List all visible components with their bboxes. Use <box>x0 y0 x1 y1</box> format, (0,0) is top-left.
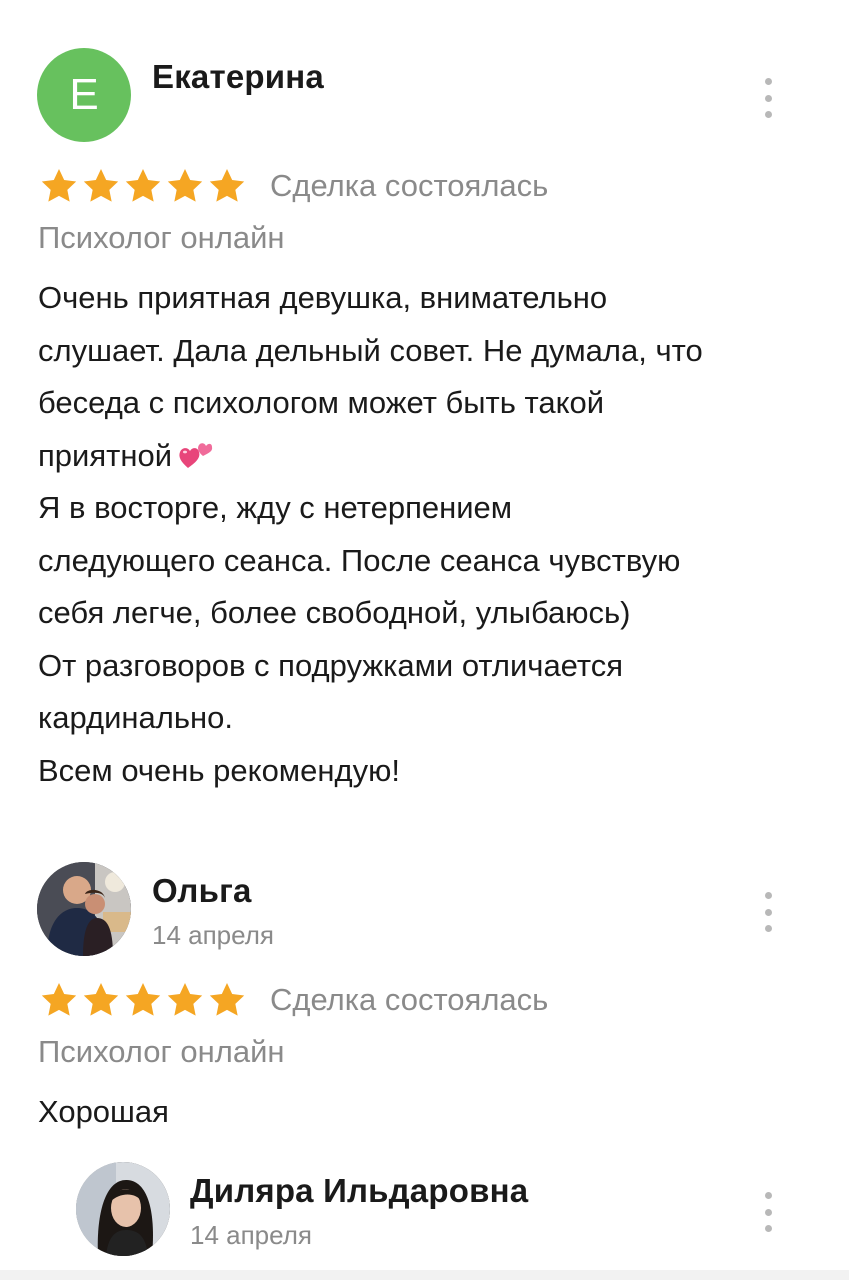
review-line: Я в восторге, жду с нетерпением <box>38 490 513 525</box>
review-line: беседа с психологом может быть такой <box>38 385 605 420</box>
star-icon <box>167 983 203 1016</box>
author-name[interactable]: Екатерина <box>152 58 324 96</box>
review-text: Хорошая <box>38 1086 828 1139</box>
avatar[interactable] <box>76 1162 170 1256</box>
star-icon <box>83 169 119 202</box>
avatar[interactable]: Е <box>37 48 131 142</box>
rating-row: Сделка состоялась <box>38 166 548 206</box>
avatar-photo <box>37 862 131 956</box>
deal-status: Сделка состоялась <box>270 982 549 1017</box>
review-line: приятной <box>38 437 173 473</box>
review-line: От разговоров с подружками отличается <box>38 647 624 683</box>
star-rating <box>38 166 248 206</box>
review-line: Очень приятная девушка, внимательно <box>38 280 608 315</box>
review-line: Хорошая <box>38 1094 169 1129</box>
deal-status: Сделка состоялась <box>270 168 549 203</box>
more-options-icon[interactable] <box>758 892 778 932</box>
review-text: Очень приятная девушка, внимательно слуш… <box>38 272 828 797</box>
star-icon <box>125 169 161 202</box>
review-line: себя легче, более свободной, улыбаюсь) <box>38 595 631 630</box>
more-options-icon[interactable] <box>758 1192 778 1232</box>
star-icon <box>41 983 77 1016</box>
avatar-letter: Е <box>37 48 131 142</box>
star-icon <box>209 983 245 1016</box>
review-line: слушает. Дала дельный совет. Не думала, … <box>38 332 703 368</box>
star-icon <box>83 983 119 1016</box>
author-name[interactable]: Ольга <box>152 872 252 910</box>
star-icon <box>167 169 203 202</box>
rating-row: Сделка состоялась <box>38 980 548 1020</box>
review-line-with-emoji: приятной <box>38 430 828 483</box>
review-date: 14 апреля <box>152 920 274 950</box>
avatar-photo <box>76 1162 170 1256</box>
review-line: Всем очень рекомендую! <box>38 752 400 788</box>
service-category[interactable]: Психолог онлайн <box>38 1034 285 1070</box>
reply-date: 14 апреля <box>190 1220 312 1250</box>
star-icon <box>125 983 161 1016</box>
review-card: Е Екатерина Сделка состоялась Психолог о… <box>0 0 849 820</box>
review-line: кардинально. <box>38 700 233 735</box>
author-name[interactable]: Диляра Ильдаровна <box>190 1172 528 1210</box>
review-line: следующего сеанса. После сеанса чувствую <box>38 542 681 578</box>
more-options-icon[interactable] <box>758 78 778 118</box>
star-rating <box>38 980 248 1020</box>
star-icon <box>41 169 77 202</box>
avatar[interactable] <box>37 862 131 956</box>
two-hearts-icon <box>179 442 213 468</box>
star-icon <box>209 169 245 202</box>
divider <box>0 1270 849 1280</box>
service-category[interactable]: Психолог онлайн <box>38 220 285 256</box>
